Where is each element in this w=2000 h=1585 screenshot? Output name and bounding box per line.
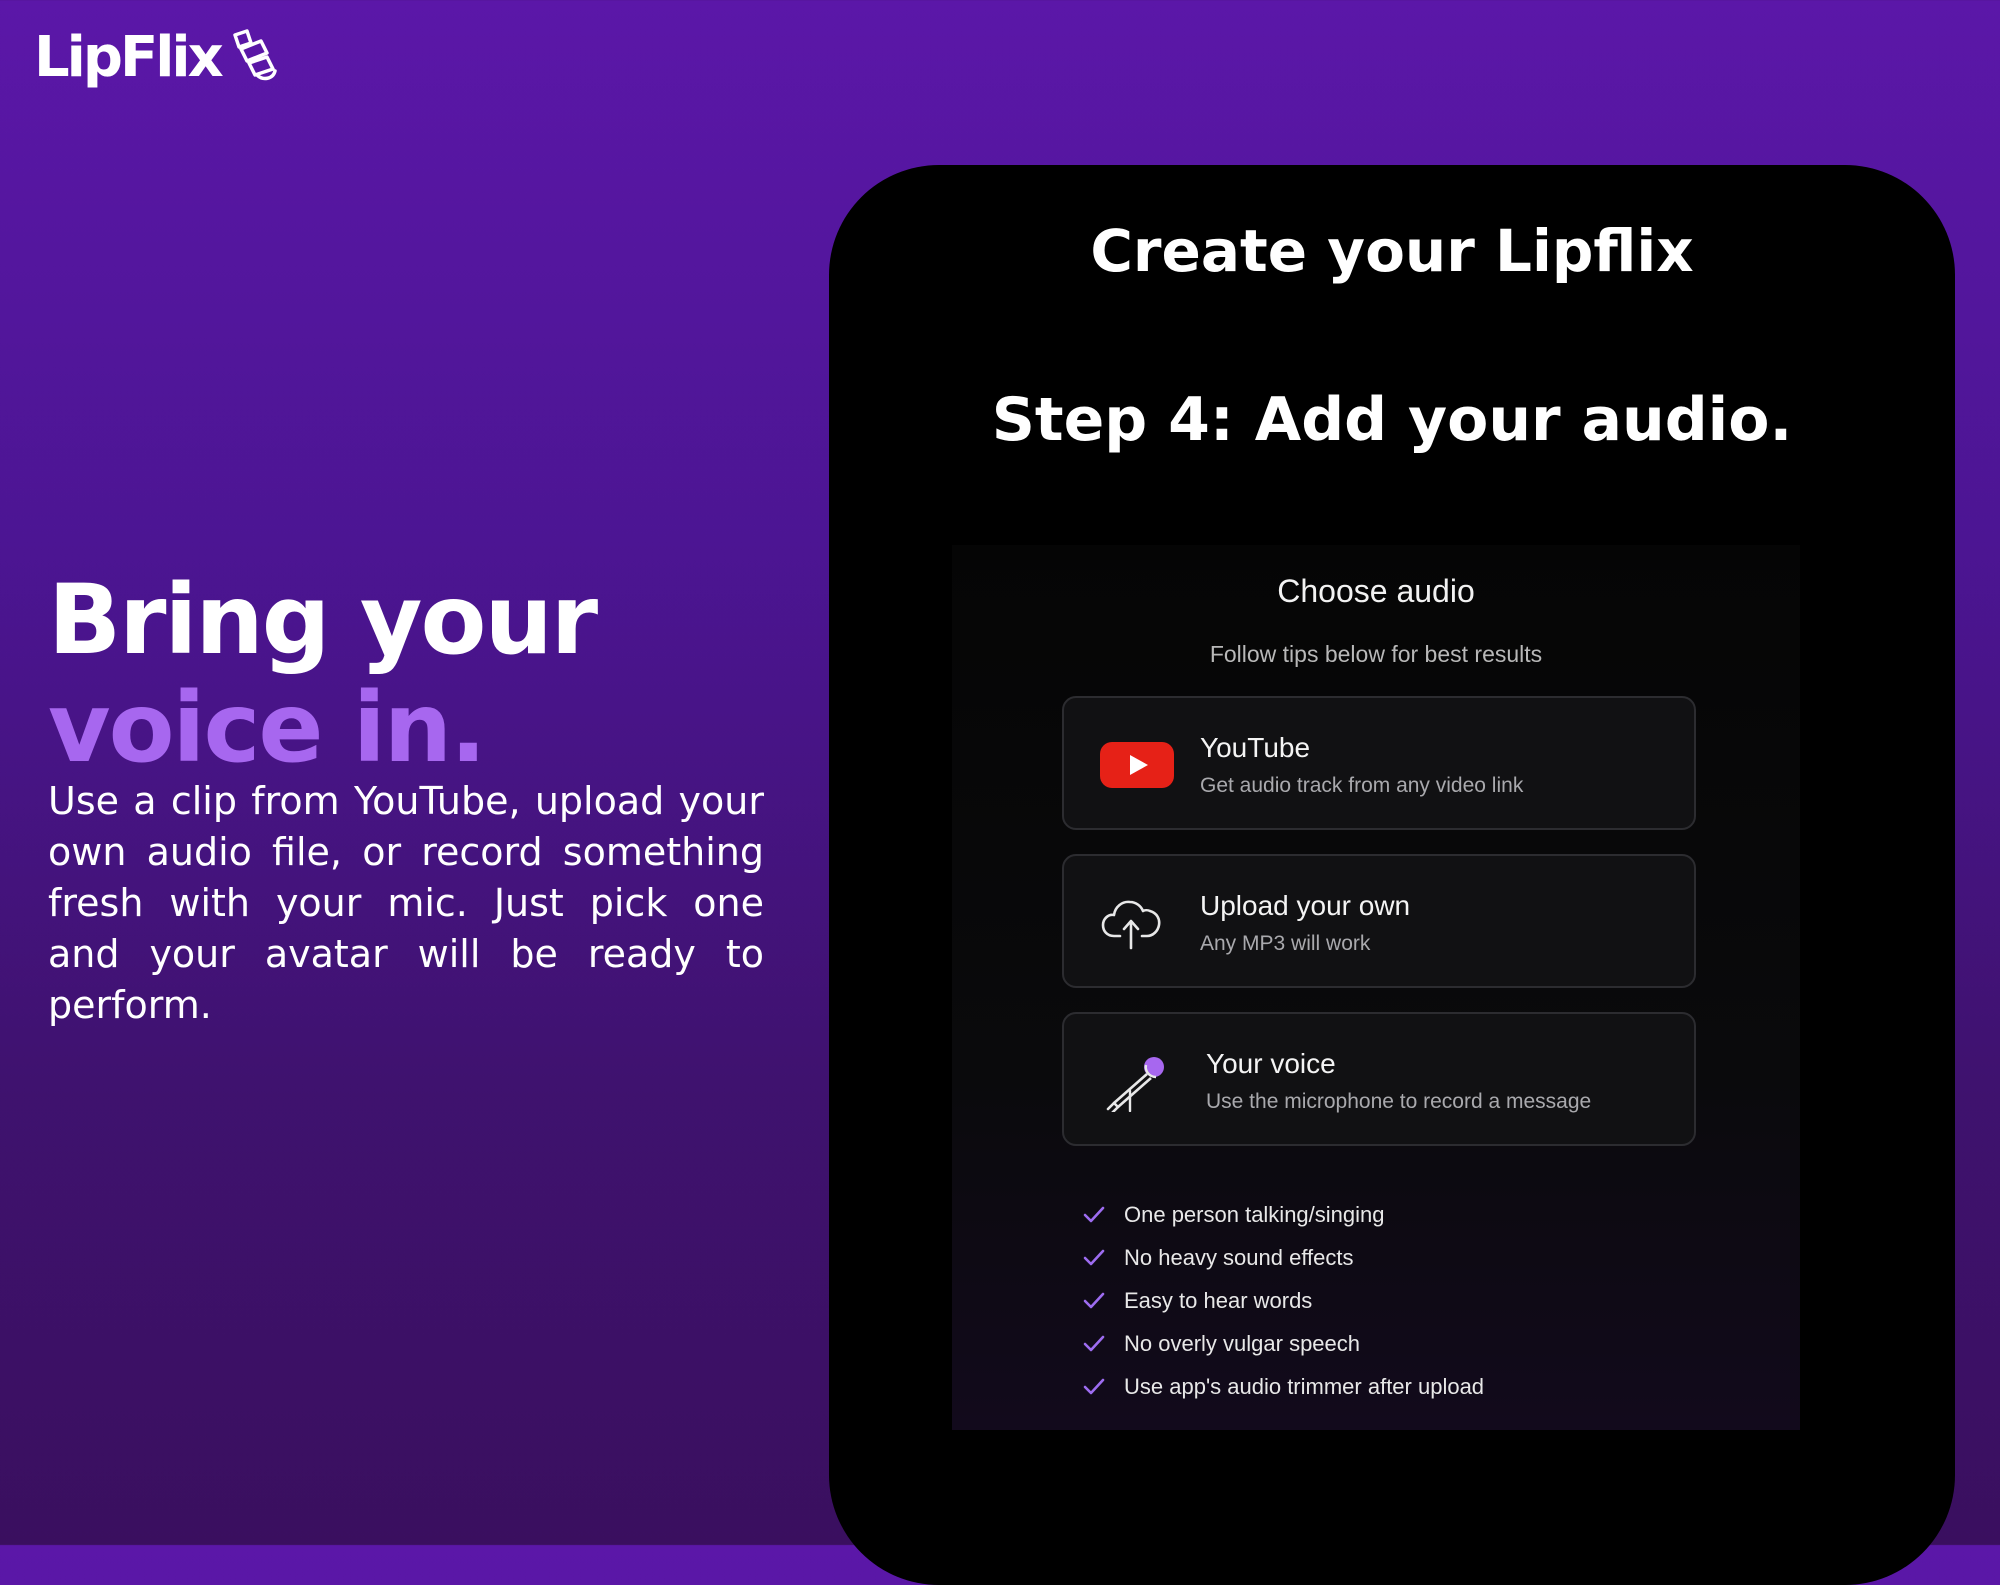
- youtube-icon: [1100, 742, 1174, 788]
- tip-text: No overly vulgar speech: [1124, 1330, 1361, 1356]
- hero-title-line1: Bring your: [48, 564, 598, 676]
- tip-item: Easy to hear words: [1082, 1279, 1484, 1322]
- logo: LipFlix: [34, 25, 279, 90]
- hero-title: Bring your voice in.: [48, 564, 598, 784]
- tip-text: One person talking/singing: [1124, 1201, 1385, 1227]
- tips-list: One person talking/singing No heavy soun…: [1082, 1193, 1484, 1408]
- tip-text: Use app's audio trimmer after upload: [1124, 1373, 1485, 1399]
- choose-audio-screen: Choose audio Follow tips below for best …: [952, 545, 1800, 1430]
- check-icon: [1083, 1378, 1105, 1394]
- voice-option-card[interactable]: Your voice Use the microphone to record …: [1062, 1012, 1696, 1146]
- tip-item: Use app's audio trimmer after upload: [1082, 1365, 1484, 1408]
- hand-icon: [232, 29, 277, 81]
- tip-item: One person talking/singing: [1082, 1193, 1484, 1236]
- upload-option-title: Upload your own: [1200, 890, 1411, 921]
- upload-option-description: Any MP3 will work: [1200, 932, 1371, 955]
- tip-item: No heavy sound effects: [1082, 1236, 1484, 1279]
- youtube-option-title: YouTube: [1200, 732, 1311, 763]
- panel-step-title: Step 4: Add your audio.: [991, 385, 1793, 455]
- voice-option-title: Your voice: [1206, 1048, 1336, 1079]
- hero-description: Use a clip from YouTube, upload your own…: [48, 779, 764, 1027]
- youtube-option-description: Get audio track from any video link: [1200, 774, 1524, 797]
- youtube-option-card[interactable]: YouTube Get audio track from any video l…: [1062, 696, 1696, 830]
- check-icon: [1083, 1335, 1105, 1351]
- choose-audio-heading: Choose audio: [1277, 573, 1475, 609]
- upload-option-card[interactable]: Upload your own Any MP3 will work: [1062, 854, 1696, 988]
- hero-title-line2: voice in.: [48, 672, 487, 784]
- tip-item: No overly vulgar speech: [1082, 1322, 1484, 1365]
- check-icon: [1083, 1206, 1105, 1222]
- logo-text: LipFlix: [34, 25, 224, 90]
- voice-option-description: Use the microphone to record a message: [1206, 1090, 1592, 1113]
- check-icon: [1083, 1292, 1105, 1308]
- check-icon: [1083, 1249, 1105, 1265]
- tip-text: Easy to hear words: [1124, 1287, 1313, 1313]
- panel-title: Create your Lipflix: [1090, 217, 1694, 285]
- choose-audio-subheading: Follow tips below for best results: [1209, 641, 1543, 667]
- microphone-icon: [1106, 1057, 1164, 1112]
- cloud-upload-icon: [1101, 900, 1161, 950]
- tip-text: No heavy sound effects: [1124, 1244, 1354, 1270]
